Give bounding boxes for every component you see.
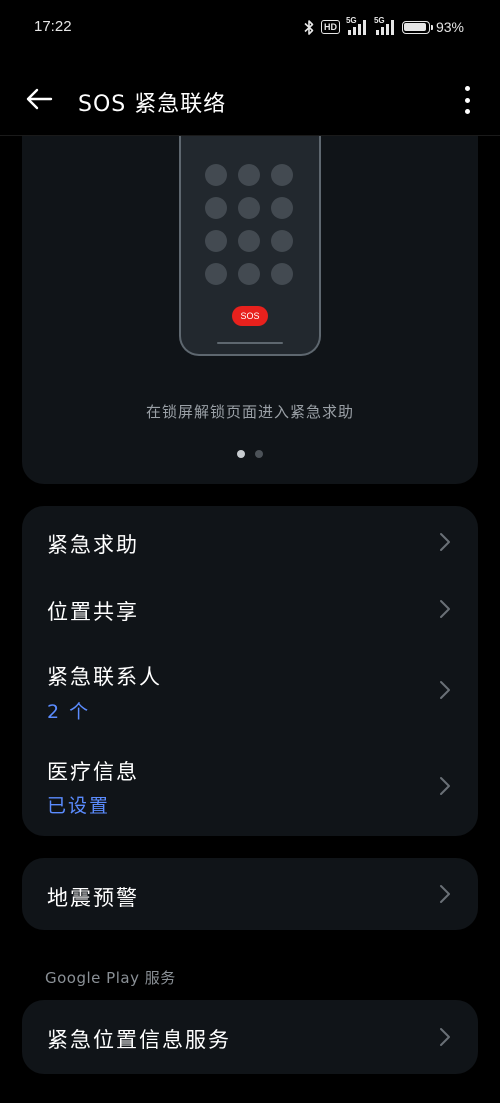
phone-illustration: SOS (179, 136, 321, 356)
list-item-subtitle: 已设置 (47, 795, 111, 817)
list-item-emergency-location-service[interactable]: 紧急位置信息服务 (22, 1000, 478, 1074)
keypad-dot (238, 197, 260, 219)
list-item-location-sharing[interactable]: 位置共享 (22, 576, 478, 642)
chevron-right-icon (440, 1028, 450, 1046)
battery-icon (401, 20, 433, 34)
status-icons: HD 5G 5G 93% (303, 16, 464, 37)
chevron-right-icon (440, 777, 450, 795)
chevron-right-icon (440, 885, 450, 903)
page-title: SOS 紧急联络 (78, 92, 227, 117)
chevron-right-icon (440, 533, 450, 551)
more-options-button[interactable] (462, 86, 472, 114)
keypad-dot (205, 164, 227, 186)
page-dot[interactable] (255, 450, 263, 458)
home-indicator (217, 342, 283, 344)
back-button[interactable] (20, 84, 58, 114)
status-bar: 17:22 HD 5G 5G 93% (0, 0, 500, 58)
settings-card-main: 紧急求助 位置共享 紧急联系人 2 个 医疗信息 已设置 (22, 506, 478, 836)
bluetooth-icon (303, 19, 315, 36)
more-vertical-icon-dot (464, 97, 470, 103)
list-item-emergency-sos[interactable]: 紧急求助 (22, 506, 478, 576)
illustration-card[interactable]: SOS 在锁屏解锁页面进入紧急求助 (22, 136, 478, 484)
sos-badge: SOS (232, 306, 268, 326)
list-item-title: 紧急求助 (47, 533, 139, 557)
keypad-dot (238, 263, 260, 285)
app-bar: SOS 紧急联络 (0, 58, 500, 136)
page-indicator (237, 450, 263, 458)
hd-voice-icon: HD (320, 20, 340, 34)
keypad-dot (205, 230, 227, 252)
list-item-medical-info[interactable]: 医疗信息 已设置 (22, 738, 478, 836)
status-time: 17:22 (34, 18, 72, 35)
list-item-title: 紧急位置信息服务 (47, 1028, 231, 1052)
keypad-dot (205, 263, 227, 285)
page-dot-active[interactable] (237, 450, 245, 458)
keypad-illustration (205, 164, 301, 285)
signal-icon-2: 5G (374, 16, 396, 36)
list-item-title: 医疗信息 (47, 760, 139, 784)
list-item-title: 地震预警 (47, 886, 139, 910)
signal-icon: 5G (346, 16, 368, 36)
list-item-title: 紧急联系人 (47, 665, 162, 689)
keypad-dot (271, 164, 293, 186)
arrow-left-icon (26, 88, 53, 110)
settings-card-google: 紧急位置信息服务 (22, 1000, 478, 1074)
list-item-subtitle: 2 个 (47, 701, 91, 723)
list-item-earthquake-alert[interactable]: 地震预警 (22, 858, 478, 930)
keypad-dot (271, 197, 293, 219)
chevron-right-icon (440, 681, 450, 699)
more-vertical-icon-dot (464, 109, 470, 114)
keypad-dot (271, 230, 293, 252)
settings-card-earthquake: 地震预警 (22, 858, 478, 930)
keypad-dot (238, 164, 260, 186)
battery-percent: 93% (435, 19, 464, 35)
list-item-title: 位置共享 (47, 600, 139, 624)
keypad-dot (238, 230, 260, 252)
illustration-caption: 在锁屏解锁页面进入紧急求助 (145, 403, 354, 421)
more-vertical-icon-dot (464, 86, 470, 91)
battery-fill (404, 23, 426, 31)
keypad-dot (271, 263, 293, 285)
section-header-google-play: Google Play 服务 (45, 969, 176, 987)
keypad-dot (205, 197, 227, 219)
chevron-right-icon (440, 600, 450, 618)
list-item-emergency-contacts[interactable]: 紧急联系人 2 个 (22, 642, 478, 738)
